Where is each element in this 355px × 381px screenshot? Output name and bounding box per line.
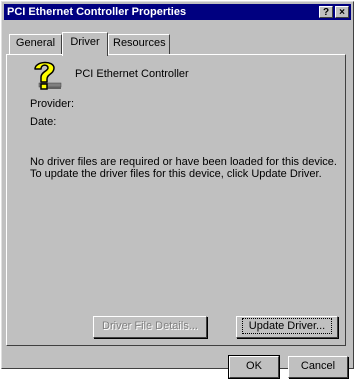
update-driver-label: Update Driver...: [241, 318, 333, 334]
driver-status-message: No driver files are required or have bee…: [30, 156, 337, 180]
help-button[interactable]: ?: [319, 6, 333, 18]
driver-file-details-button: Driver File Details...: [93, 316, 207, 338]
tab-general[interactable]: General: [9, 34, 62, 54]
cancel-button[interactable]: Cancel: [288, 356, 348, 378]
driver-file-details-label: Driver File Details...: [102, 320, 198, 332]
update-driver-button[interactable]: Update Driver...: [236, 316, 338, 338]
tab-driver[interactable]: Driver: [62, 32, 108, 56]
tab-general-label: General: [15, 37, 56, 49]
unknown-device-question-icon: [34, 61, 62, 90]
window-title: PCI Ethernet Controller Properties: [7, 6, 187, 18]
ok-label: OK: [246, 360, 262, 372]
ok-button[interactable]: OK: [228, 355, 280, 379]
close-button[interactable]: ×: [335, 6, 349, 18]
cancel-label: Cancel: [300, 360, 336, 372]
tab-resources[interactable]: Resources: [108, 34, 170, 54]
provider-label: Provider:: [30, 98, 75, 110]
tab-driver-label: Driver: [70, 36, 100, 48]
device-name: PCI Ethernet Controller: [75, 68, 189, 80]
date-label: Date:: [30, 116, 57, 128]
title-bar[interactable]: PCI Ethernet Controller Properties ? ×: [4, 4, 351, 20]
tab-resources-label: Resources: [113, 37, 166, 49]
